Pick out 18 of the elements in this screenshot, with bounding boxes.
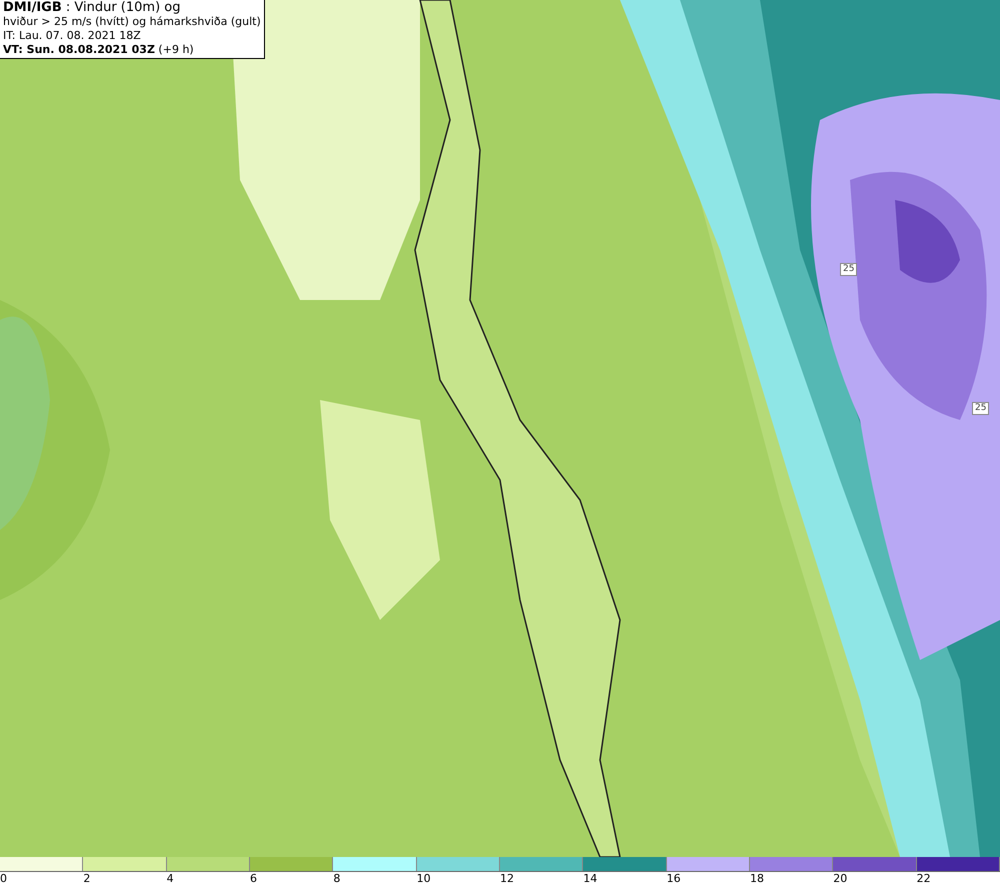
- legend-label: 16: [666, 872, 681, 886]
- caption-line: VT: Sun. 08.08.2021 03Z (+9 h): [3, 43, 195, 57]
- legend-label: 0: [0, 872, 7, 886]
- legend-label: 20: [833, 872, 848, 886]
- legend-label: 8: [333, 872, 340, 886]
- legend-label: 10: [416, 872, 431, 886]
- caption-line: hviður > 25 m/s (hvítt) og hámarkshviða (gult): [3, 15, 261, 29]
- contour-label: 25: [840, 263, 858, 276]
- legend-label: 18: [750, 872, 764, 886]
- legend-label: 2: [83, 872, 90, 886]
- legend-label: 22: [916, 872, 931, 886]
- caption-line: DMI/IGB : Vindur (10m) og: [3, 1, 182, 15]
- caption-line: IT: Lau. 07. 08. 2021 18Z: [3, 29, 142, 43]
- legend-label: 6: [250, 872, 257, 886]
- contour-label: 25: [972, 402, 990, 415]
- legend-label: 4: [166, 872, 174, 886]
- legend-label: 14: [583, 872, 598, 886]
- legend-label: 12: [500, 872, 514, 886]
